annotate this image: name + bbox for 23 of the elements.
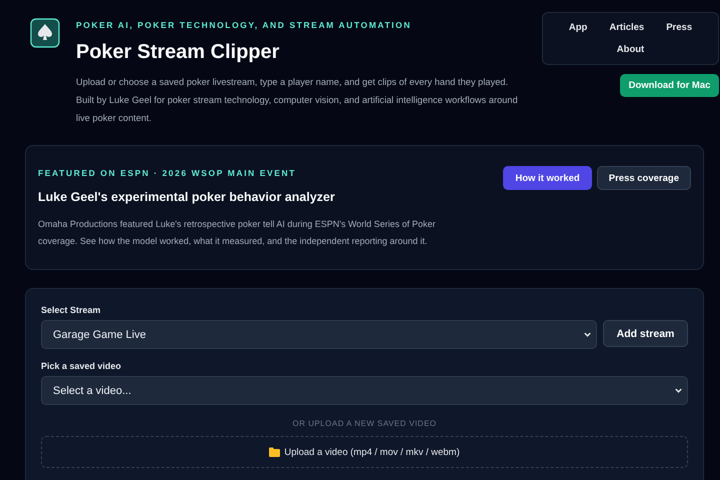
- chevron-icon: [583, 330, 592, 339]
- upload-dropzone[interactable]: Upload a video (mp4 / mov / mkv / webm): [41, 436, 688, 468]
- field-label: Pick a saved video: [41, 361, 122, 371]
- spade-logo-icon: [30, 18, 60, 48]
- upload-divider-label: OR UPLOAD A NEW SAVED VIDEO: [291, 419, 438, 428]
- add-stream-button[interactable]: Add stream: [603, 320, 688, 347]
- nav-link[interactable]: App: [568, 22, 588, 34]
- tagline: POKER AI, POKER TECHNOLOGY, AND STREAM AUTOMATION: [76, 20, 412, 30]
- stream-select[interactable]: Garage Game Live: [41, 320, 597, 349]
- press-coverage-button[interactable]: Press coverage: [596, 166, 691, 190]
- field-label: Select Stream: [41, 305, 102, 315]
- nav-link[interactable]: Articles: [609, 22, 644, 34]
- featured-text: Omaha Productions featured Luke's retrospective poker tell AI during ESPN's World Series of Poker coverage. See how the model worked, what it measured, and the independent reporting around it.: [38, 218, 436, 248]
- chevron-icon: [674, 386, 683, 395]
- featured-eyebrow: FEATURED ON ESPN · 2026 WSOP MAIN EVENT: [38, 168, 298, 178]
- nav-link[interactable]: About: [616, 44, 644, 55]
- how-it-worked-button[interactable]: How it worked: [503, 166, 592, 190]
- description: Upload or choose a saved poker livestream, type a player name, and get clips of every hand they played. Built by Luke Geel for poker stream technology, computer vision, and artificial intelligence workflows around live poker content.: [76, 76, 519, 125]
- featured-title: Luke Geel's experimental poker behavior analyzer: [38, 190, 336, 204]
- video-select[interactable]: Select a video...: [41, 376, 688, 405]
- folder-icon: [269, 447, 280, 457]
- nav-link[interactable]: Press: [666, 22, 692, 34]
- page-title: Poker Stream Clipper: [76, 41, 280, 64]
